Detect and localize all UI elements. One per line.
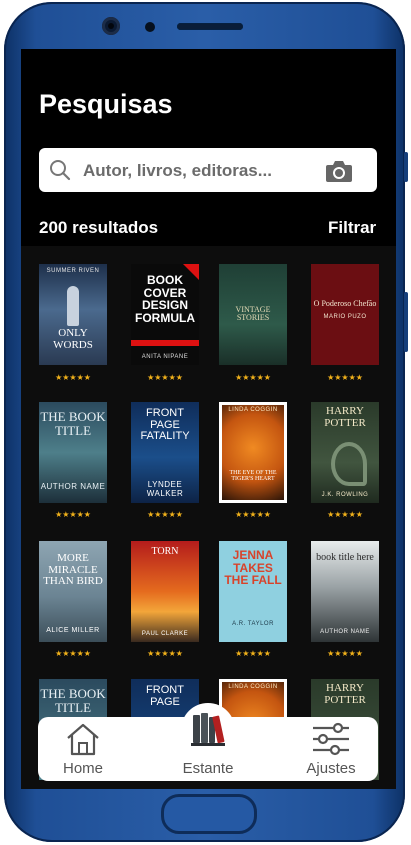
- book-title: THE BOOK TITLE: [40, 409, 106, 438]
- book-cover[interactable]: LINDA COGGIN THE EYE OF THE TIGER'S HEAR…: [219, 402, 287, 503]
- book-author: SUMMER RIVEN: [46, 268, 100, 274]
- book-title: ONLY WORDS: [53, 327, 93, 351]
- tab-home[interactable]: Home: [38, 717, 128, 781]
- book-cover[interactable]: THE BOOK TITLE AUTHOR NAME: [39, 402, 107, 503]
- rating-stars: ★★★★★: [55, 373, 91, 382]
- earpiece-speaker: [177, 23, 243, 30]
- tab-home-label: Home: [62, 760, 103, 777]
- tiger-art: [222, 405, 284, 500]
- book-cover[interactable]: VINTAGE STORIES: [219, 264, 287, 365]
- rating-stars: ★★★★★: [147, 649, 183, 658]
- front-camera: [102, 17, 120, 35]
- tab-estante-label: Estante: [182, 760, 234, 777]
- rating-stars: ★★★★★: [235, 510, 271, 519]
- book-title: HARRY POTTER: [324, 405, 366, 429]
- book-title: THE BOOK TITLE: [40, 686, 106, 715]
- rating-stars: ★★★★★: [147, 510, 183, 519]
- book-title: VINTAGE STORIES: [235, 305, 271, 323]
- book-cover[interactable]: SUMMER RIVEN ONLY WORDS: [39, 264, 107, 365]
- rating-stars: ★★★★★: [55, 510, 91, 519]
- book-title: THE EYE OF THE TIGER'S HEART: [229, 470, 277, 483]
- cover-stripe: [131, 340, 199, 346]
- book-author: A.R. TAYLOR: [232, 621, 274, 627]
- book-author: ALICE MILLER: [46, 627, 100, 634]
- rating-stars: ★★★★★: [147, 373, 183, 382]
- book-title: TORN: [151, 546, 179, 557]
- rating-stars: ★★★★★: [327, 510, 363, 519]
- rating-stars: ★★★★★: [235, 649, 271, 658]
- search-input[interactable]: [81, 150, 330, 192]
- bottom-tab-bar: Home Estante Ajustes: [38, 703, 378, 781]
- book-author: LINDA COGGIN: [228, 684, 278, 690]
- power-button: [404, 292, 408, 352]
- phone-frame: Pesquisas 200 resultados Filtrar SUMMER …: [4, 2, 408, 842]
- search-icon: [50, 160, 71, 181]
- book-author: ANITA NIPANE: [141, 354, 189, 360]
- book-author: AUTHOR NAME: [320, 629, 370, 635]
- book-title: O Poderoso Chefão: [313, 299, 377, 308]
- book-author: J.K. ROWLING: [321, 492, 369, 498]
- book-author: LINDA COGGIN: [228, 407, 278, 413]
- book-title: HARRY POTTER: [324, 682, 366, 706]
- book-title: book title here: [316, 552, 374, 563]
- rating-stars: ★★★★★: [55, 649, 91, 658]
- sliders-icon: [313, 722, 349, 756]
- rating-stars: ★★★★★: [235, 373, 271, 382]
- book-author: AUTHOR NAME: [40, 482, 106, 491]
- book-title: MORE MIRACLE THAN BIRD: [43, 552, 103, 588]
- book-title: BOOK COVER DESIGN FORMULA: [135, 273, 195, 325]
- proximity-sensor: [145, 22, 155, 32]
- tab-estante[interactable]: Estante: [163, 717, 253, 781]
- results-count: 200 resultados: [39, 218, 159, 237]
- book-title: FRONT PAGE FATALITY: [140, 407, 190, 443]
- book-cover[interactable]: FRONT PAGE FATALITY LYNDEE WALKER: [131, 402, 199, 503]
- book-cover[interactable]: BOOK COVER DESIGN FORMULA ANITA NIPANE: [131, 264, 199, 365]
- cover-figure: [67, 286, 79, 326]
- book-cover[interactable]: book title here AUTHOR NAME: [311, 541, 379, 642]
- book-cover[interactable]: MORE MIRACLE THAN BIRD ALICE MILLER: [39, 541, 107, 642]
- filter-button[interactable]: Filtrar: [328, 218, 376, 238]
- book-title: JENNA TAKES THE FALL: [224, 548, 282, 588]
- page-title: Pesquisas: [39, 89, 173, 119]
- tab-ajustes[interactable]: Ajustes: [286, 717, 376, 781]
- app-screen: Pesquisas 200 resultados Filtrar SUMMER …: [21, 49, 396, 789]
- book-cover[interactable]: TORN PAUL CLARKE: [131, 541, 199, 642]
- tab-ajustes-label: Ajustes: [306, 760, 356, 777]
- volume-button: [404, 152, 408, 182]
- book-author: MARIO PUZO: [323, 314, 367, 320]
- serpent-art: [331, 442, 367, 486]
- rating-stars: ★★★★★: [327, 373, 363, 382]
- book-cover[interactable]: HARRY POTTER J.K. ROWLING: [311, 402, 379, 503]
- book-cover[interactable]: JENNA TAKES THE FALL A.R. TAYLOR: [219, 541, 287, 642]
- book-author: PAUL CLARKE: [141, 631, 189, 637]
- home-key[interactable]: [161, 794, 257, 834]
- search-bar[interactable]: [39, 148, 377, 192]
- rating-stars: ★★★★★: [327, 649, 363, 658]
- home-icon: [67, 723, 99, 756]
- book-author: LYNDEE WALKER: [146, 480, 184, 498]
- camera-icon[interactable]: [325, 159, 353, 183]
- book-cover[interactable]: O Poderoso Chefão MARIO PUZO: [311, 264, 379, 365]
